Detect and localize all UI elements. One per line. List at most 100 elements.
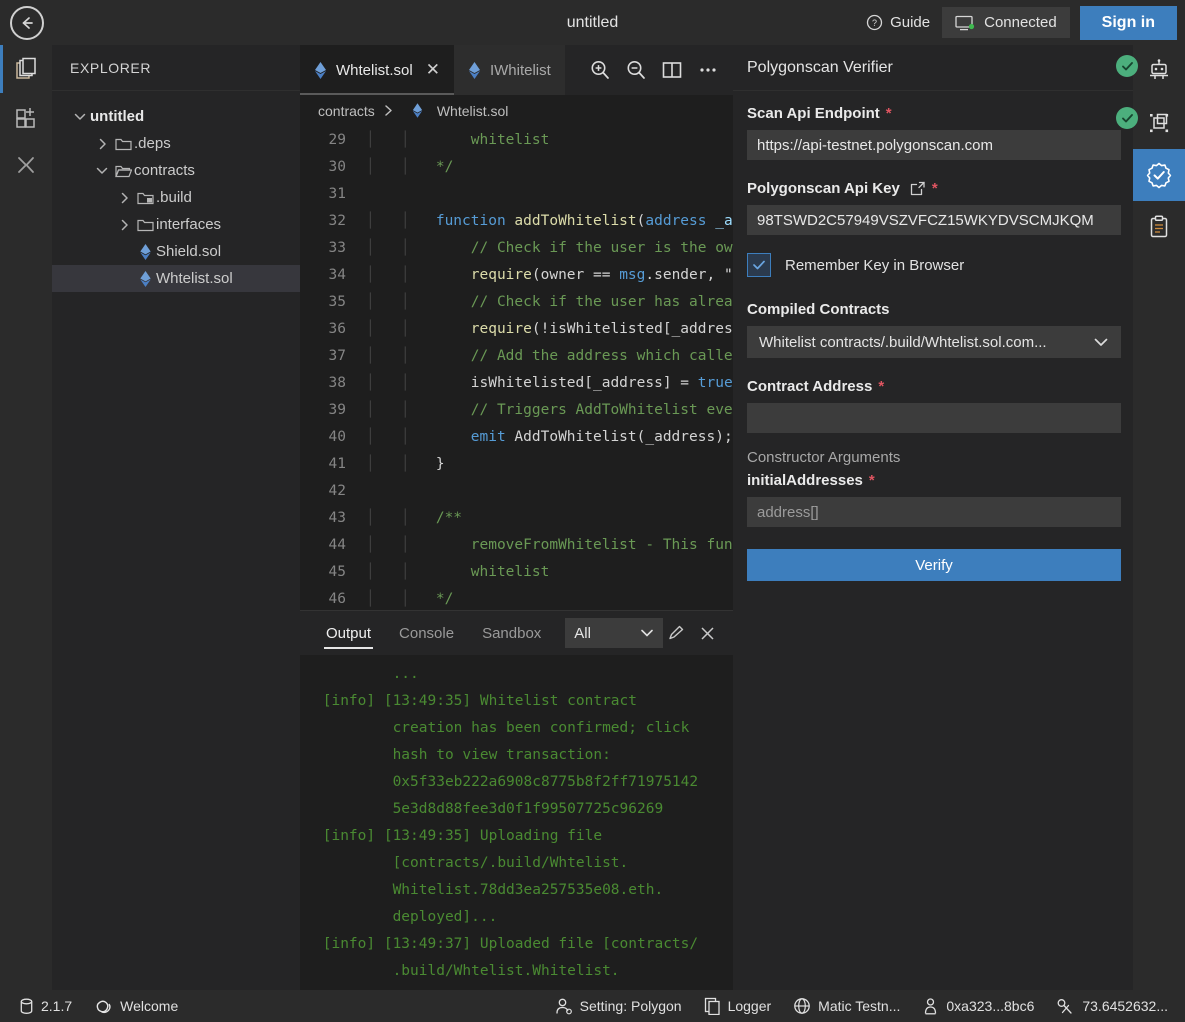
tree-item-label: contracts: [134, 162, 195, 179]
initial-addresses-input[interactable]: [747, 497, 1121, 527]
terminal-tab-bar: Output Console Sandbox All: [300, 611, 733, 655]
account-indicator[interactable]: 0xa323...8bc6: [911, 990, 1045, 1022]
breadcrumb-file[interactable]: Whtelist.sol: [437, 103, 509, 119]
close-tab-icon[interactable]: ✕: [426, 60, 440, 80]
tree-item--build[interactable]: .build: [52, 184, 300, 211]
tree-item-interfaces[interactable]: interfaces: [52, 211, 300, 238]
split-editor-icon: [662, 62, 682, 78]
chevron-down-icon: [1094, 338, 1108, 346]
tree-item--deps[interactable]: .deps: [52, 130, 300, 157]
sidebar-item-contract-verifier[interactable]: [1133, 149, 1185, 201]
chevron-down-icon: [74, 113, 86, 120]
line-content: │ │ // Add the address which calle: [366, 347, 733, 364]
line-content: │ │ */: [366, 158, 454, 175]
line-content: │ │ whitelist: [366, 563, 550, 580]
line-number: 42: [328, 482, 346, 499]
close-terminal-button[interactable]: [695, 621, 719, 645]
version-badge[interactable]: 2.1.7: [8, 990, 83, 1022]
code-line: 30 │ │ */: [300, 153, 733, 180]
line-number: 30: [328, 158, 346, 175]
log-filter-select[interactable]: All: [565, 618, 663, 648]
terminal-line: 0x5f33eb222a6908c8775b8f2ff71975142: [314, 774, 699, 790]
sidebar-item-solidity-compiler[interactable]: [1116, 97, 1185, 149]
tree-chevron[interactable]: [114, 192, 134, 204]
tree-item-contracts[interactable]: contracts: [52, 157, 300, 184]
connection-status-button[interactable]: Connected: [942, 7, 1070, 38]
code-line: 29 │ │ whitelist: [300, 126, 733, 153]
compiled-contracts-select[interactable]: Whitelist contracts/.build/Whtelist.sol.…: [747, 326, 1121, 358]
status-check-badge: [1116, 107, 1138, 129]
sidebar-item-collapse[interactable]: [0, 141, 52, 189]
guide-label: Guide: [890, 14, 931, 31]
zoom-out-button[interactable]: [621, 55, 651, 85]
tree-item-untitled[interactable]: untitled: [52, 103, 300, 130]
sidebar-item-remix-ai[interactable]: [1116, 45, 1185, 97]
verify-button[interactable]: Verify: [747, 549, 1121, 581]
svg-text:?: ?: [872, 18, 877, 28]
balance-indicator[interactable]: 73.6452632...: [1045, 990, 1179, 1022]
terminal-output[interactable]: ... [info] [13:49:35] Whitelist contract…: [300, 655, 733, 990]
location-icon: [925, 998, 937, 1015]
tree-item-whtelist-sol[interactable]: Whtelist.sol: [52, 265, 300, 292]
plugin-manager-icon: [16, 108, 35, 128]
connected-label: Connected: [984, 14, 1057, 31]
code-line: 43 │ │ /**: [300, 504, 733, 531]
logger-button[interactable]: Logger: [693, 990, 783, 1022]
editor-area: Whtelist.sol ✕ IWhitelist contracts Whte…: [300, 45, 733, 990]
external-link-icon: [910, 181, 925, 196]
tree-item-shield-sol[interactable]: Shield.sol: [52, 238, 300, 265]
code-editor[interactable]: 29 │ │ whitelist 30 │ │ */ 31 32 │ │ function …: [300, 126, 733, 610]
tab-console[interactable]: Console: [385, 611, 468, 655]
remember-key-checkbox[interactable]: [747, 253, 771, 277]
line-content: │ │ require(owner == msg.sender, ": [366, 266, 733, 283]
zoom-in-button[interactable]: [585, 55, 615, 85]
line-number: 40: [328, 428, 346, 445]
line-number: 36: [328, 320, 346, 337]
sign-in-button[interactable]: Sign in: [1079, 5, 1177, 40]
tab-sandbox[interactable]: Sandbox: [468, 611, 555, 655]
scan-endpoint-input[interactable]: [747, 130, 1121, 160]
clear-output-button[interactable]: [663, 621, 687, 645]
setting-indicator[interactable]: Setting: Polygon: [544, 990, 693, 1022]
welcome-label: Welcome: [120, 998, 179, 1014]
setting-label: Setting: Polygon: [579, 998, 682, 1014]
api-key-label-text: Polygonscan Api Key: [747, 180, 900, 197]
sidebar-item-clipboard[interactable]: [1133, 201, 1185, 253]
terminal-panel: Output Console Sandbox All ... [info] [1…: [300, 610, 733, 990]
more-options-button[interactable]: [693, 55, 723, 85]
breadcrumb-folder[interactable]: contracts: [318, 103, 375, 119]
line-number: 38: [328, 374, 346, 391]
sidebar-item-file-explorer[interactable]: [0, 45, 52, 93]
contract-address-input[interactable]: [747, 403, 1121, 433]
remember-key-row[interactable]: Remember Key in Browser: [747, 253, 1119, 277]
api-key-label: Polygonscan Api Key *: [747, 180, 1119, 197]
line-content: │ │ }: [366, 455, 445, 472]
terminal-line: hash to view transaction:: [314, 747, 611, 763]
tree-chevron[interactable]: [92, 165, 112, 176]
back-button[interactable]: [10, 5, 44, 40]
clipboard-icon: [1150, 215, 1168, 238]
check-icon: [1121, 61, 1133, 70]
verifier-form: Scan Api Endpoint * Polygonscan Api Key …: [733, 91, 1133, 581]
database-icon: [20, 998, 33, 1014]
network-label: Matic Testn...: [818, 998, 901, 1014]
network-indicator[interactable]: Matic Testn...: [782, 990, 911, 1022]
code-line: 35 │ │ // Check if the user has alrea: [300, 288, 733, 315]
guide-button[interactable]: ? Guide: [854, 8, 942, 37]
welcome-button[interactable]: Welcome: [83, 990, 189, 1022]
tree-chevron[interactable]: [92, 138, 112, 150]
terminal-line: 5e3d8d88fee3d0f1f99507725c96269: [314, 801, 664, 817]
tree-chevron[interactable]: [70, 111, 90, 122]
sidebar-item-plugin-manager[interactable]: [0, 93, 52, 141]
split-editor-button[interactable]: [657, 55, 687, 85]
solidity-file-icon: [412, 103, 422, 118]
code-line: 34 │ │ require(owner == msg.sender, ": [300, 261, 733, 288]
editor-tab-whtelist[interactable]: Whtelist.sol ✕: [300, 45, 454, 95]
title-bar: untitled ? Guide Connected Sign in: [0, 0, 1185, 45]
tab-output[interactable]: Output: [312, 611, 385, 655]
line-number: 35: [328, 293, 346, 310]
tree-chevron[interactable]: [114, 219, 134, 231]
editor-tab-iwhitelist[interactable]: IWhitelist: [453, 45, 565, 95]
api-key-input[interactable]: [747, 205, 1121, 235]
code-line: 33 │ │ // Check if the user is the ow: [300, 234, 733, 261]
